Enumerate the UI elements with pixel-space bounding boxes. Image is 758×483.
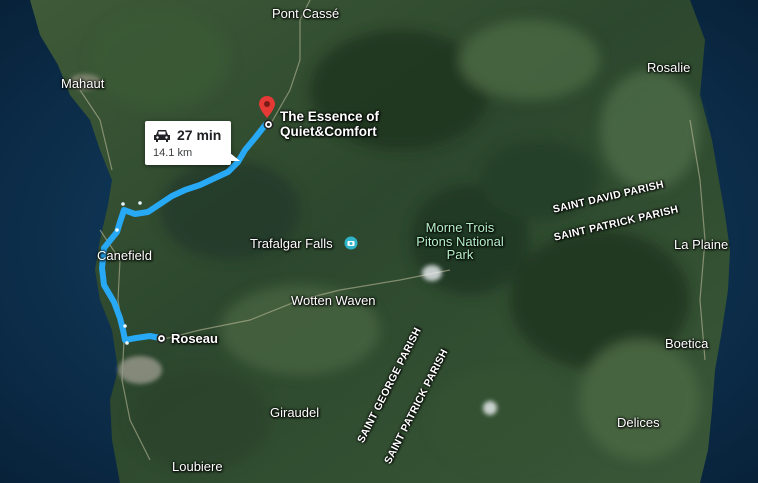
origin-circle-icon xyxy=(156,333,167,344)
place-giraudel[interactable]: Giraudel xyxy=(270,406,319,419)
place-rosalie[interactable]: Rosalie xyxy=(647,61,690,74)
car-icon xyxy=(154,130,170,142)
place-wotten-waven[interactable]: Wotten Waven xyxy=(291,294,376,307)
place-mahaut[interactable]: Mahaut xyxy=(61,77,104,90)
place-canefield[interactable]: Canefield xyxy=(97,249,152,262)
place-la-plaine[interactable]: La Plaine xyxy=(674,238,728,251)
place-loubiere[interactable]: Loubiere xyxy=(172,460,223,473)
place-delices[interactable]: Delices xyxy=(617,416,660,429)
satellite-map[interactable]: The Essence of Quiet&Comfort 27 min 14.1… xyxy=(0,0,758,483)
route-distance: 14.1 km xyxy=(153,147,193,159)
route-info-card[interactable]: 27 min 14.1 km xyxy=(145,121,240,165)
destination-label[interactable]: The Essence of Quiet&Comfort xyxy=(280,109,410,140)
destination-circle-icon xyxy=(263,119,274,130)
place-roseau[interactable]: Roseau xyxy=(171,332,218,345)
place-boetica[interactable]: Boetica xyxy=(665,337,708,350)
attraction-camera-icon[interactable] xyxy=(344,236,358,250)
red-pin-icon[interactable] xyxy=(259,96,275,118)
park-label[interactable]: Morne Trois Pitons National Park xyxy=(415,221,505,262)
place-pont-casse[interactable]: Pont Cassé xyxy=(272,7,339,20)
place-trafalgar-falls[interactable]: Trafalgar Falls xyxy=(250,237,333,250)
route-duration: 27 min xyxy=(177,127,222,143)
